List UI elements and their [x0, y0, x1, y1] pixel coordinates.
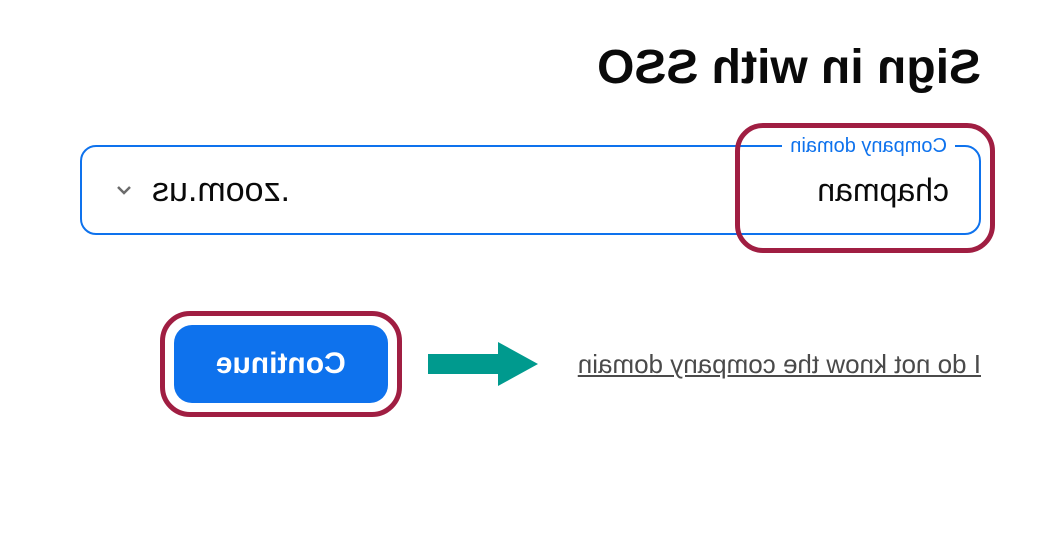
bottom-row: I do not know the company domain Continu…	[80, 325, 981, 403]
domain-suffix-dropdown[interactable]: .zoom.us	[112, 171, 290, 210]
company-domain-field-wrapper: Company domain .zoom.us	[80, 145, 981, 235]
chevron-down-icon	[112, 178, 136, 202]
company-domain-field[interactable]: Company domain .zoom.us	[80, 145, 981, 235]
domain-suffix-text: .zoom.us	[152, 171, 290, 210]
arrow-annotation	[428, 334, 538, 394]
company-domain-input[interactable]	[290, 172, 949, 209]
unknown-domain-link[interactable]: I do not know the company domain	[578, 349, 981, 380]
page-title: Sign in with SSO	[80, 40, 981, 95]
arrow-right-icon	[428, 334, 538, 394]
continue-button[interactable]: Continue	[174, 325, 388, 403]
company-domain-label: Company domain	[782, 135, 955, 158]
continue-button-wrapper: Continue	[174, 325, 388, 403]
